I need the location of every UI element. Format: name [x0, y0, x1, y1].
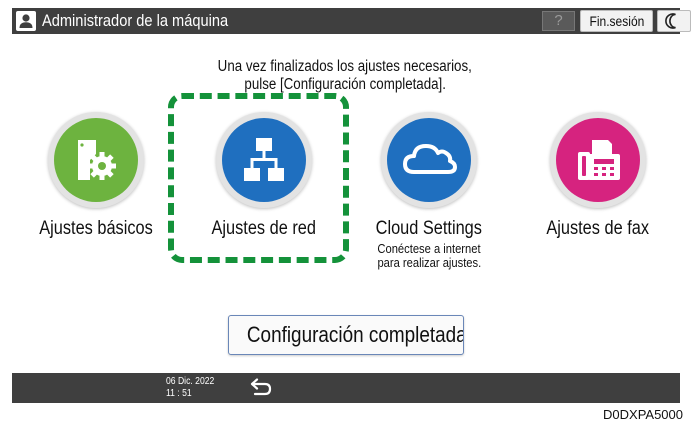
fax-icon — [578, 140, 620, 180]
logout-button[interactable]: Fin.sesión — [580, 10, 653, 32]
footer-date: 06 Dic. 2022 — [166, 376, 215, 387]
footer-time: 11 : 51 — [166, 388, 192, 399]
instruction-text: Una vez finalizados los ajustes necesari… — [217, 58, 473, 93]
tile-sublabel: Conéctese a internet para realizar ajust… — [377, 241, 481, 270]
energy-saver-button[interactable] — [657, 10, 691, 32]
highlight-frame — [168, 93, 349, 263]
user-icon — [16, 11, 36, 31]
tile-label: Ajustes de fax — [546, 218, 650, 239]
tile-label: Cloud Settings — [375, 218, 483, 239]
header-title: Administrador de la máquina — [42, 11, 229, 30]
cloud-icon — [403, 144, 457, 174]
moon-icon — [665, 13, 676, 29]
back-arrow-icon — [250, 378, 272, 396]
help-button[interactable]: ? — [542, 11, 575, 31]
footer-bar: 06 Dic. 2022 11 : 51 — [12, 373, 680, 403]
header-bar: Administrador de la máquina ? Fin.sesión — [12, 8, 691, 34]
basic-settings-icon — [78, 140, 116, 180]
document-code: D0DXPA5000 — [603, 407, 683, 422]
configuration-complete-button[interactable]: Configuración completada — [228, 315, 464, 355]
tile-label: Ajustes básicos — [39, 218, 153, 239]
back-button[interactable] — [244, 376, 276, 400]
